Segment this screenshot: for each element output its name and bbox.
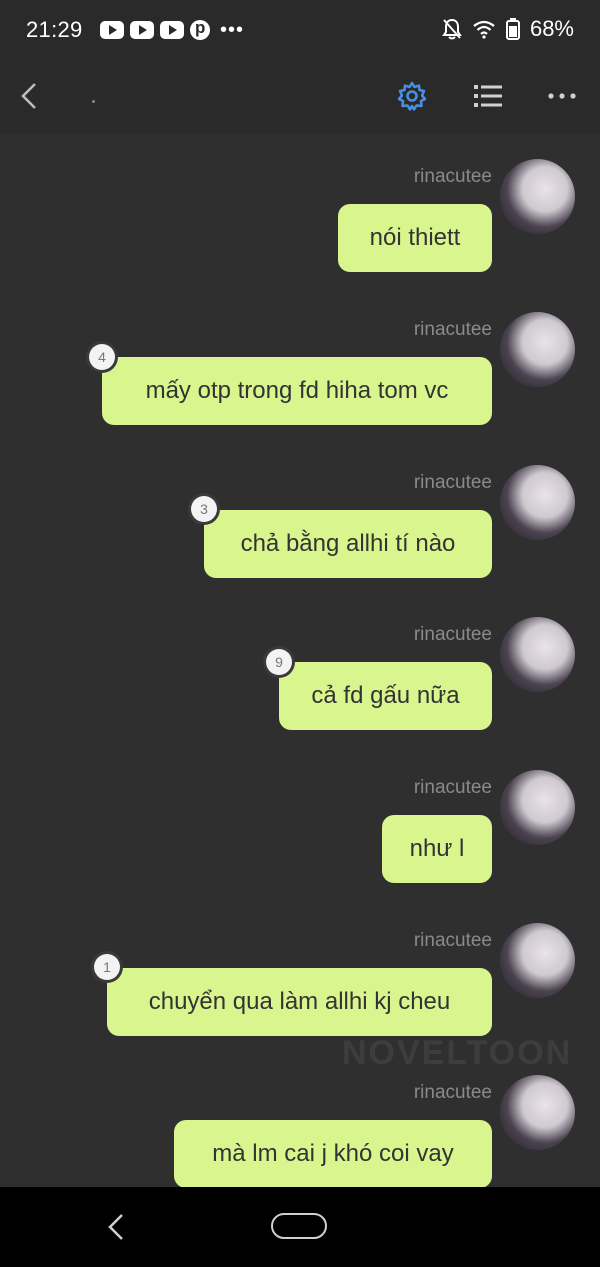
message-bubble[interactable]: như l <box>382 815 492 883</box>
chat-title <box>92 100 95 103</box>
notification-icons: ••• <box>100 18 244 42</box>
message-row: rinacutee mấy otp trong fd hiha tom vc 4 <box>0 287 600 439</box>
sender-name: rinacutee <box>413 166 492 187</box>
bell-muted-icon <box>442 18 462 40</box>
battery-percent: 68% <box>529 16 574 41</box>
pinterest-icon <box>190 18 210 40</box>
avatar[interactable] <box>500 1075 575 1150</box>
sender-name: rinacutee <box>413 777 492 798</box>
youtube-icon <box>130 21 154 39</box>
settings-button[interactable] <box>396 80 428 112</box>
chat-top-bar <box>0 62 600 134</box>
message-row: rinacutee nói thiett <box>0 134 600 286</box>
reply-count-badge[interactable]: 1 <box>94 954 120 980</box>
sender-name: rinacutee <box>413 624 492 645</box>
list-icon <box>474 85 502 107</box>
nav-home-button[interactable] <box>271 1213 327 1239</box>
back-chevron-icon <box>108 1214 123 1240</box>
more-dots-icon: ••• <box>220 18 245 41</box>
message-row: rinacutee mà lm cai j khó coi vay <box>0 1050 600 1202</box>
more-button[interactable] <box>546 86 578 106</box>
message-bubble[interactable]: chả bằng allhi tí nào <box>204 510 492 578</box>
sender-name: rinacutee <box>413 472 492 493</box>
wifi-icon <box>473 20 495 39</box>
sender-name: rinacutee <box>413 1082 492 1103</box>
message-bubble[interactable]: mà lm cai j khó coi vay <box>174 1120 492 1188</box>
avatar[interactable] <box>500 770 575 845</box>
message-row: rinacutee như l <box>0 745 600 897</box>
back-arrow-icon <box>21 83 36 109</box>
sender-name: rinacutee <box>413 319 492 340</box>
message-bubble[interactable]: mấy otp trong fd hiha tom vc <box>102 357 492 425</box>
battery-icon <box>505 18 520 40</box>
reply-count-badge[interactable]: 3 <box>191 496 217 522</box>
avatar[interactable] <box>500 312 575 387</box>
youtube-icon <box>160 21 184 39</box>
sender-name: rinacutee <box>413 930 492 951</box>
message-row: rinacutee chả bằng allhi tí nào 3 <box>0 440 600 592</box>
message-bubble[interactable]: cả fd gấu nữa <box>279 662 492 730</box>
message-row: rinacutee cả fd gấu nữa 9 <box>0 592 600 744</box>
nav-back-button[interactable] <box>104 1212 126 1247</box>
youtube-icon <box>100 21 124 39</box>
message-bubble[interactable]: nói thiett <box>338 204 492 272</box>
message-bubble[interactable]: chuyển qua làm allhi kj cheu <box>107 968 492 1036</box>
avatar[interactable] <box>500 617 575 692</box>
reply-count-badge[interactable]: 4 <box>89 344 115 370</box>
status-time: 21:29 <box>26 17 83 42</box>
avatar[interactable] <box>500 923 575 998</box>
message-row: rinacutee chuyển qua làm allhi kj cheu 1 <box>0 898 600 1050</box>
more-horizontal-icon <box>548 93 576 99</box>
status-right: 68% <box>442 16 574 42</box>
avatar[interactable] <box>500 159 575 234</box>
list-button[interactable] <box>472 81 504 111</box>
back-button[interactable] <box>14 80 44 112</box>
gear-icon <box>397 81 427 111</box>
reply-count-badge[interactable]: 9 <box>266 649 292 675</box>
avatar[interactable] <box>500 465 575 540</box>
status-bar: 21:29 ••• 68% <box>0 0 600 62</box>
